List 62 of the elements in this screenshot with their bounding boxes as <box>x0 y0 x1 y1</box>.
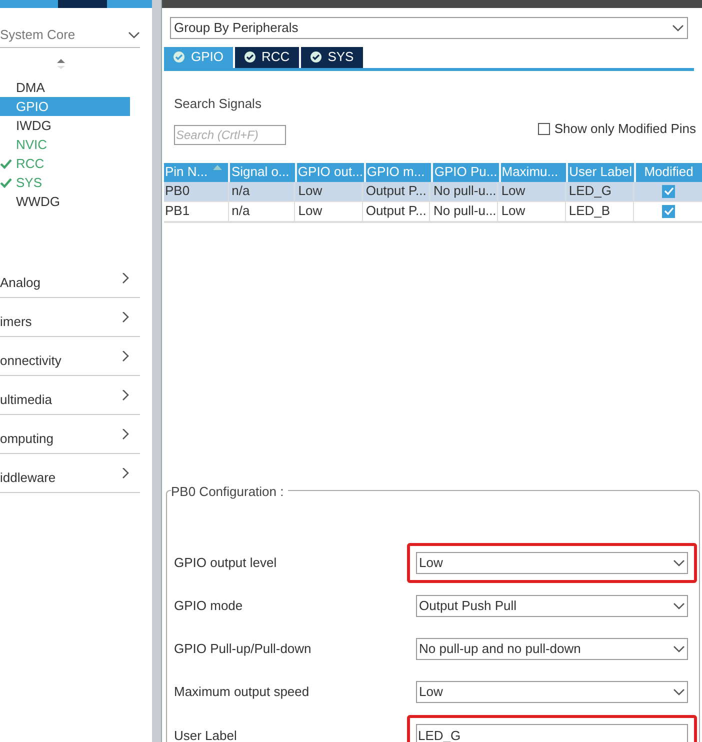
search-field[interactable]: Search (Crtl+F) <box>174 124 286 145</box>
check-icon <box>0 158 12 168</box>
field-label: User Label <box>174 726 237 742</box>
category-header[interactable]: omputing <box>0 415 140 454</box>
chevron-down-icon <box>673 602 685 610</box>
table-cell: Low <box>297 182 363 200</box>
search-label: Search Signals <box>174 94 262 113</box>
dropdown[interactable]: No pull-up and no pull-down <box>416 638 688 660</box>
sidebar-item[interactable]: WWDG <box>0 192 130 211</box>
table-cell: LED_B <box>568 202 634 220</box>
table-cell: Low <box>297 202 363 220</box>
field-label: GPIO output level <box>174 554 277 572</box>
field-label: GPIO Pull-up/Pull-down <box>174 640 312 658</box>
table-cell: Output P... <box>364 182 430 200</box>
chevron-down-icon <box>673 644 685 652</box>
field-label: Maximum output speed <box>174 682 310 701</box>
table-row[interactable]: PB0 n/a Low Output P... No pull-u... Low LED_G <box>164 182 702 202</box>
category-header[interactable]: ultimedia <box>0 376 140 415</box>
group-by-select[interactable]: Group By Peripherals <box>170 17 688 38</box>
category-header[interactable]: imers <box>0 298 140 337</box>
sort-icon <box>213 164 222 170</box>
category-header[interactable]: Analog <box>0 259 140 298</box>
checkbox[interactable] <box>538 122 550 135</box>
table-cell: Low <box>500 182 566 200</box>
chevron-down-icon <box>672 24 684 32</box>
input-field[interactable]: LED_G <box>416 724 688 742</box>
table-cell: n/a <box>230 202 296 220</box>
dropdown[interactable]: Output Push Pull <box>416 594 688 616</box>
category-header[interactable]: System Core <box>0 22 140 48</box>
chevron-down-icon <box>673 558 685 566</box>
table-cell: LED_G <box>568 182 634 200</box>
table-cell: n/a <box>230 182 296 200</box>
check-icon <box>0 178 12 188</box>
field-label: GPIO mode <box>174 596 243 615</box>
sidebar-item[interactable]: DMA <box>0 78 130 97</box>
splitter-bar[interactable] <box>152 0 162 742</box>
table-cell: Output P... <box>364 202 430 220</box>
table-cell: PB0 <box>164 182 229 200</box>
checkbox[interactable] <box>662 184 676 198</box>
chevron-down-icon <box>128 30 140 38</box>
tab[interactable]: SYS <box>300 46 363 68</box>
checkbox-label[interactable]: Show only Modified Pins <box>554 119 696 138</box>
table-row[interactable]: PB1 n/a Low Output P... No pull-u... Low LED_B <box>164 202 702 222</box>
check-icon <box>664 207 674 215</box>
check-icon <box>664 187 674 195</box>
checkbox[interactable] <box>662 204 676 218</box>
chevron-down-icon <box>673 688 685 696</box>
check-circle-icon <box>173 51 185 63</box>
check-circle-icon <box>310 51 322 63</box>
table-cell: Low <box>500 202 566 220</box>
category-header[interactable]: onnectivity <box>0 337 140 376</box>
dropdown[interactable]: Low <box>416 552 688 574</box>
category-header[interactable]: iddleware <box>0 454 140 493</box>
scroll-up-icon[interactable] <box>56 58 66 70</box>
sidebar-item[interactable]: IWDG <box>0 116 130 135</box>
dropdown[interactable]: Low <box>416 680 688 702</box>
table-cell: No pull-u... <box>432 182 498 200</box>
table-cell: No pull-u... <box>432 202 498 220</box>
tab-strip <box>58 0 107 8</box>
check-circle-icon <box>244 51 256 63</box>
tab[interactable]: RCC <box>234 46 299 68</box>
table-cell: PB1 <box>164 202 229 220</box>
